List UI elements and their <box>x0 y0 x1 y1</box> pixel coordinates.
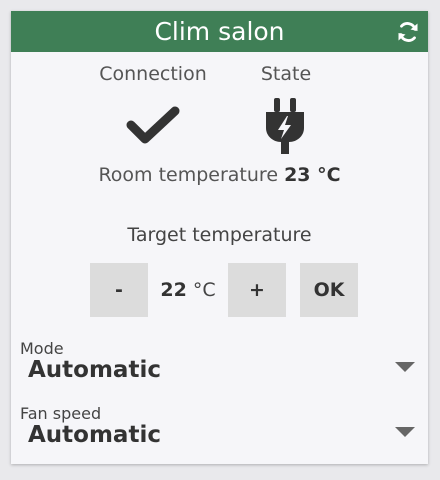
plug-icon <box>266 98 304 154</box>
refresh-icon[interactable] <box>396 20 420 44</box>
target-temperature-label: Target temperature <box>127 224 312 246</box>
room-temperature-label: Room temperature <box>98 164 279 186</box>
room-temperature: Room temperature 23 °C <box>11 164 428 186</box>
fan-speed-select[interactable]: Fan speed Automatic <box>11 400 428 458</box>
decrease-button[interactable]: - <box>90 263 148 317</box>
checkmark-icon <box>126 106 180 144</box>
target-temperature-unit: °C <box>192 279 216 301</box>
chevron-down-icon[interactable] <box>395 362 415 372</box>
ok-button[interactable]: OK <box>300 263 358 317</box>
connection-label: Connection <box>99 63 207 85</box>
fan-speed-label: Fan speed <box>20 404 102 423</box>
increase-button[interactable]: + <box>228 263 286 317</box>
room-temperature-value: 23 °C <box>284 164 341 186</box>
mode-value: Automatic <box>28 357 161 383</box>
mode-select[interactable]: Mode Automatic <box>11 335 428 393</box>
target-temperature-display: 22 °C <box>148 263 228 317</box>
state-label: State <box>260 63 312 85</box>
card-header: Clim salon <box>11 11 428 52</box>
fan-speed-value: Automatic <box>28 422 161 448</box>
chevron-down-icon[interactable] <box>395 427 415 437</box>
mode-label: Mode <box>20 339 64 358</box>
target-temperature-value: 22 <box>160 279 187 301</box>
thermostat-card: Clim salon Connection State Room tempera… <box>11 11 428 464</box>
card-title: Clim salon <box>154 17 285 46</box>
